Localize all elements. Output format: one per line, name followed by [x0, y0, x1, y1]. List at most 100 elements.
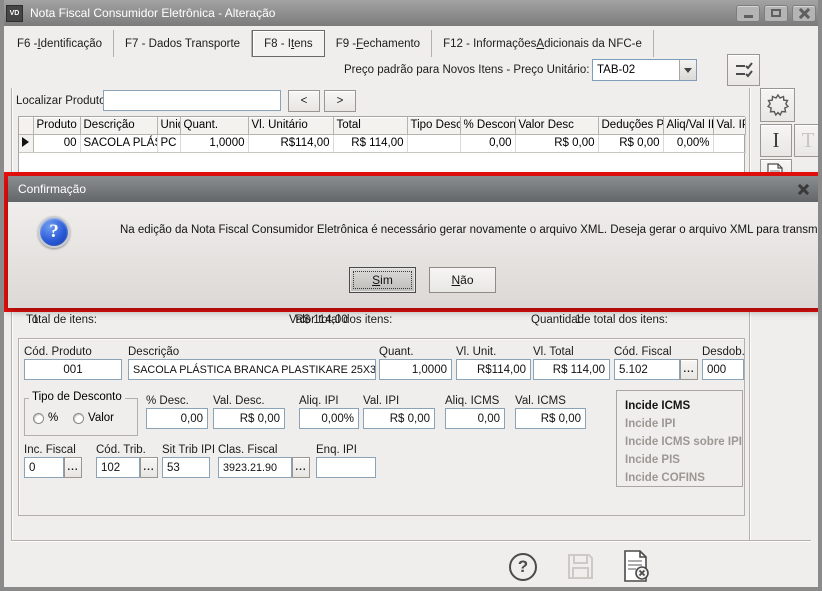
save-button-disabled[interactable]: [566, 552, 595, 586]
cancel-document-button[interactable]: [621, 549, 651, 588]
radio-icon: [33, 413, 44, 424]
cell-descricao[interactable]: SACOLA PLÁST.: [80, 134, 157, 152]
grid-header-unid[interactable]: Unid: [157, 117, 180, 134]
pct-desc-field[interactable]: 0,00: [146, 408, 208, 429]
burst-button[interactable]: [760, 88, 795, 122]
grid-header-quant[interactable]: Quant.: [180, 117, 248, 134]
cell-valor-desc[interactable]: R$ 0,00: [515, 134, 598, 152]
tab-dados-transporte[interactable]: F7 - Dados Transporte: [114, 30, 252, 57]
inc-fiscal-browse-button[interactable]: ...: [64, 457, 82, 478]
cod-produto-field[interactable]: 001: [24, 359, 122, 380]
vl-total-field[interactable]: R$ 114,00: [533, 359, 610, 380]
highlight-box: Confirmação ? Na edição da Nota Fiscal C…: [4, 172, 822, 312]
incide-ipi: Incide IPI: [625, 415, 734, 433]
item-info-button[interactable]: I: [760, 124, 792, 157]
grid-header-pct-desconto[interactable]: % Desconto: [460, 117, 515, 134]
radio-icon: [73, 413, 84, 424]
tab-fechamento[interactable]: F9 - Fechamento: [325, 30, 432, 57]
price-table-select[interactable]: TAB-02: [592, 59, 697, 81]
yes-button[interactable]: Sim: [349, 267, 416, 293]
cell-quant[interactable]: 1,0000: [180, 134, 248, 152]
cell-val-ip[interactable]: [713, 134, 745, 152]
checklist-button[interactable]: [727, 54, 760, 86]
cell-produto[interactable]: 00: [33, 134, 80, 152]
desconto-pct-radio-label: %: [48, 412, 58, 424]
sit-trib-ipi-field[interactable]: 53: [162, 457, 210, 478]
cod-fiscal-browse-button[interactable]: ...: [680, 359, 698, 380]
cell-deducoes[interactable]: R$ 0,00: [598, 134, 663, 152]
cell-total[interactable]: R$ 114,00: [333, 134, 407, 152]
cell-aliq-val-ip[interactable]: 0,00%: [663, 134, 713, 152]
grid-header-vl-unitario[interactable]: Vl. Unitário: [248, 117, 333, 134]
item-totals-button[interactable]: T: [794, 124, 822, 157]
grid-header-deducoes[interactable]: Deduções Pe: [598, 117, 663, 134]
find-next-button[interactable]: >: [324, 90, 356, 112]
val-desc-field[interactable]: R$ 0,00: [213, 408, 285, 429]
focus-rect: [353, 271, 412, 289]
app-icon: VD: [6, 5, 23, 22]
bottom-toolbar: ?: [4, 541, 818, 591]
pct-desc-label: % Desc.: [146, 395, 189, 407]
desconto-pct-radio[interactable]: %: [33, 412, 58, 424]
maximize-icon: [771, 9, 781, 17]
val-ipi-label: Val. IPI: [363, 395, 399, 407]
find-product-input[interactable]: [103, 90, 281, 111]
clas-fiscal-label: Clas. Fiscal: [218, 444, 277, 456]
vl-unit-field[interactable]: R$114,00: [456, 359, 531, 380]
minimize-icon: [744, 15, 753, 18]
cod-fiscal-field[interactable]: 5.102: [614, 359, 680, 380]
clas-fiscal-browse-button[interactable]: ...: [292, 457, 310, 478]
maximize-button[interactable]: [764, 5, 788, 22]
no-button[interactable]: Não: [429, 267, 496, 293]
incide-icms: Incide ICMS: [625, 397, 734, 415]
grid-header-tipo-desc[interactable]: Tipo Desc.: [407, 117, 460, 134]
dialog-close-button[interactable]: [794, 181, 812, 197]
grid-header-aliq-val-ip[interactable]: Aliq/Val IP: [663, 117, 713, 134]
grid-data-row[interactable]: 00 SACOLA PLÁST. PC 1,0000 R$114,00 R$ 1…: [19, 134, 745, 152]
close-button[interactable]: [792, 5, 816, 22]
aliq-icms-label: Aliq. ICMS: [445, 395, 499, 407]
inc-fiscal-field[interactable]: 0: [24, 457, 64, 478]
grid-header-descricao[interactable]: Descrição: [80, 117, 157, 134]
minimize-button[interactable]: [736, 5, 760, 22]
desconto-valor-radio-label: Valor: [88, 412, 114, 424]
total-value-value: R$ 114,00: [295, 314, 347, 326]
cod-trib-field[interactable]: 102: [96, 457, 140, 478]
incide-cofins: Incide COFINS: [625, 469, 734, 487]
letter-i-icon: I: [773, 128, 780, 153]
cell-unid[interactable]: PC: [157, 134, 180, 152]
grid-header-selector: [19, 117, 33, 134]
val-icms-field[interactable]: R$ 0,00: [515, 408, 586, 429]
quant-label: Quant.: [379, 346, 414, 358]
cell-vl-unitario[interactable]: R$114,00: [248, 134, 333, 152]
grid-header-valor-desc[interactable]: Valor Desc: [515, 117, 598, 134]
price-table-value: TAB-02: [593, 60, 679, 80]
cell-tipo-desc[interactable]: [407, 134, 460, 152]
tab-itens[interactable]: F8 - Itens: [252, 30, 325, 57]
desconto-valor-radio[interactable]: Valor: [73, 412, 114, 424]
incide-icms-sobre-ipi: Incide ICMS sobre IPI: [625, 433, 734, 451]
cod-trib-browse-button[interactable]: ...: [140, 457, 158, 478]
help-button[interactable]: ?: [509, 553, 537, 581]
enq-ipi-field[interactable]: [316, 457, 376, 478]
cod-trib-label: Cód. Trib.: [96, 444, 146, 456]
clas-fiscal-field[interactable]: 3923.21.90: [218, 457, 292, 478]
grid-header-total[interactable]: Total: [333, 117, 407, 134]
quant-field[interactable]: 1,0000: [379, 359, 452, 380]
aliq-icms-field[interactable]: 0,00: [445, 408, 505, 429]
grid-header-row: Produto Descrição Unid Quant. Vl. Unitár…: [19, 117, 745, 134]
tab-identificacao[interactable]: F6 - Identificação: [6, 30, 114, 57]
grid-header-val-ip[interactable]: Val. IP: [713, 117, 745, 134]
val-desc-label: Val. Desc.: [213, 395, 265, 407]
find-prev-button[interactable]: <: [288, 90, 320, 112]
descricao-field[interactable]: SACOLA PLÁSTICA BRANCA PLASTIKARE 25X35: [128, 359, 376, 380]
tab-informacoes-adicionais[interactable]: F12 - Informações Adicionais da NFC-e: [432, 30, 654, 57]
window-titlebar: VD Nota Fiscal Consumidor Eletrônica - A…: [0, 0, 822, 26]
val-ipi-field[interactable]: R$ 0,00: [363, 408, 435, 429]
combo-drop-button[interactable]: [679, 60, 696, 80]
grid-header-produto[interactable]: Produto: [33, 117, 80, 134]
aliq-ipi-field[interactable]: 0,00%: [299, 408, 359, 429]
cod-fiscal-label: Cód. Fiscal: [614, 346, 672, 358]
cell-pct-desconto[interactable]: 0,00: [460, 134, 515, 152]
desdob-field[interactable]: 000: [702, 359, 744, 380]
